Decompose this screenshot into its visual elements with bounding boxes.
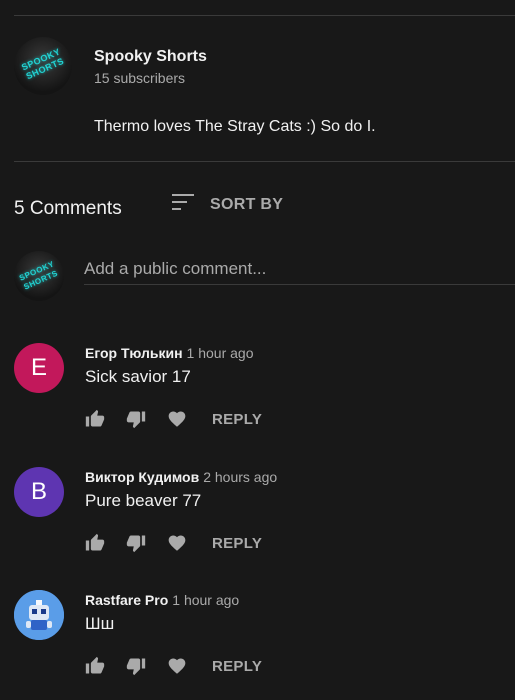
comment-header: Rastfare Pro 1 hour ago xyxy=(85,592,239,608)
heart-icon[interactable] xyxy=(166,655,188,677)
channel-subscriber-count: 15 subscribers xyxy=(94,70,186,86)
comment-author-avatar[interactable]: B xyxy=(14,467,64,517)
sort-by-button[interactable]: SORT BY xyxy=(172,192,283,217)
thumbs-down-icon[interactable] xyxy=(125,408,147,430)
comment-text: Pure beaver 77 xyxy=(85,491,202,510)
comment-header: Егор Тюлькин 1 hour ago xyxy=(85,345,253,361)
add-comment-input[interactable] xyxy=(84,254,515,285)
channel-avatar-logo-text: SPOOKY SHORTS xyxy=(19,46,66,82)
channel-avatar[interactable]: SPOOKY SHORTS xyxy=(14,37,72,95)
thumbs-down-icon[interactable] xyxy=(125,532,147,554)
comment-item: B Виктор Кудимов 2 hours ago Pure beaver … xyxy=(0,467,515,577)
comment-actions: REPLY xyxy=(84,407,262,431)
comment-timestamp[interactable]: 1 hour ago xyxy=(172,592,239,608)
comment-actions: REPLY xyxy=(84,654,262,678)
avatar-initial: B xyxy=(30,478,47,505)
video-description: Thermo loves The Stray Cats :) So do I. xyxy=(94,118,376,135)
comments-count: 5 Comments xyxy=(14,198,122,219)
comment-author-avatar[interactable]: E xyxy=(14,343,64,393)
heart-icon[interactable] xyxy=(166,408,188,430)
channel-name[interactable]: Spooky Shorts xyxy=(94,48,207,66)
robot-avatar-icon xyxy=(14,590,64,640)
comment-author-name[interactable]: Rastfare Pro xyxy=(85,592,168,608)
comment-text: Sick savior 17 xyxy=(85,367,191,386)
current-user-avatar-logo-text: SPOOKY SHORTS xyxy=(17,259,60,292)
top-divider xyxy=(14,15,515,16)
comment-timestamp[interactable]: 1 hour ago xyxy=(187,345,254,361)
thumbs-up-icon[interactable] xyxy=(84,532,106,554)
comment-timestamp[interactable]: 2 hours ago xyxy=(203,469,277,485)
heart-icon[interactable] xyxy=(166,532,188,554)
sort-icon xyxy=(172,192,196,217)
comment-author-name[interactable]: Егор Тюлькин xyxy=(85,345,183,361)
reply-button[interactable]: REPLY xyxy=(212,411,262,428)
reply-button[interactable]: REPLY xyxy=(212,535,262,552)
thumbs-down-icon[interactable] xyxy=(125,655,147,677)
current-user-avatar: SPOOKY SHORTS xyxy=(14,251,64,301)
description-divider xyxy=(14,161,515,162)
comment-actions: REPLY xyxy=(84,531,262,555)
comment-item: E Егор Тюлькин 1 hour ago Sick savior 17 … xyxy=(0,343,515,453)
comment-text: Шш xyxy=(85,614,115,633)
thumbs-up-icon[interactable] xyxy=(84,408,106,430)
reply-button[interactable]: REPLY xyxy=(212,658,262,675)
comment-item: Rastfare Pro 1 hour ago Шш REPLY xyxy=(0,590,515,700)
thumbs-up-icon[interactable] xyxy=(84,655,106,677)
sort-by-label: SORT BY xyxy=(210,195,284,213)
comment-header: Виктор Кудимов 2 hours ago xyxy=(85,469,277,485)
avatar-initial: E xyxy=(30,354,47,381)
comment-author-name[interactable]: Виктор Кудимов xyxy=(85,469,199,485)
comment-author-avatar[interactable] xyxy=(14,590,64,640)
